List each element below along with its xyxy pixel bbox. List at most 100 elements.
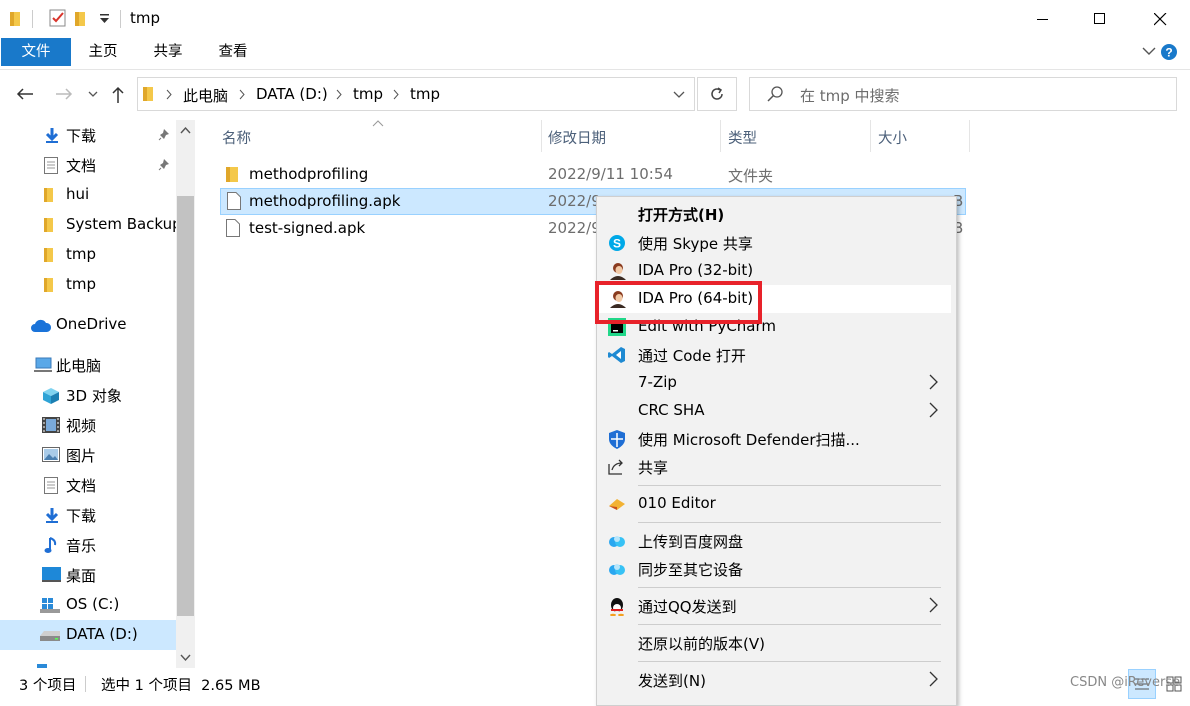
nav-item-this-pc[interactable]: 此电脑 xyxy=(0,350,176,380)
breadcrumb-data-drive[interactable]: DATA (D:) xyxy=(256,85,328,103)
tab-home[interactable]: 主页 xyxy=(79,38,127,66)
menu-separator xyxy=(638,485,941,486)
menu-item-restore-previous[interactable]: 还原以前的版本(V) xyxy=(597,629,951,657)
menu-item-open-with-code[interactable]: 通过 Code 打开 xyxy=(597,341,951,369)
file-name: test-signed.apk xyxy=(249,219,366,237)
menu-item-open-with[interactable]: 打开方式(H) xyxy=(597,200,951,228)
editor-010-icon xyxy=(608,497,626,511)
file-icon xyxy=(227,192,241,210)
file-row[interactable]: methodprofiling 2022/9/11 10:54 文件夹 xyxy=(220,161,966,188)
menu-item-010-editor[interactable]: 010 Editor xyxy=(597,490,951,518)
nav-item-documents-quick[interactable]: 文档 xyxy=(0,150,176,180)
skype-icon: S xyxy=(608,234,626,252)
tab-share[interactable]: 共享 xyxy=(144,38,192,66)
download-arrow-icon xyxy=(44,507,60,523)
properties-check-icon[interactable] xyxy=(49,9,67,27)
column-divider[interactable] xyxy=(720,120,721,152)
help-icon[interactable]: ? xyxy=(1161,44,1177,60)
nav-item-3d-objects[interactable]: 3D 对象 xyxy=(0,380,176,410)
nav-item-onedrive[interactable]: OneDrive xyxy=(0,310,176,340)
new-folder-icon[interactable] xyxy=(75,11,87,27)
menu-item-sync-devices[interactable]: 同步至其它设备 xyxy=(597,555,951,583)
film-icon xyxy=(42,417,60,433)
scroll-down-chevron-icon[interactable] xyxy=(180,654,191,662)
column-header-name[interactable]: 名称 xyxy=(222,127,251,148)
nav-item-label: 3D 对象 xyxy=(66,387,122,405)
nav-item-music[interactable]: 音乐 xyxy=(0,530,176,560)
file-date: 2022/9/11 10:54 xyxy=(548,165,673,183)
document-icon xyxy=(44,157,58,174)
menu-item-label: 7-Zip xyxy=(638,373,677,391)
nav-item-pictures[interactable]: 图片 xyxy=(0,440,176,470)
menu-separator xyxy=(638,522,941,523)
breadcrumb-separator-icon[interactable] xyxy=(166,89,173,100)
column-divider[interactable] xyxy=(541,120,542,152)
maximize-button[interactable] xyxy=(1077,0,1123,38)
folder-icon xyxy=(143,86,155,102)
svg-text:S: S xyxy=(613,237,621,251)
column-header-date[interactable]: 修改日期 xyxy=(548,127,606,148)
column-divider[interactable] xyxy=(870,120,871,152)
menu-item-crc-sha[interactable]: CRC SHA xyxy=(597,397,951,425)
menu-item-label: 通过QQ发送到 xyxy=(638,598,737,616)
scroll-up-chevron-icon[interactable] xyxy=(180,126,191,134)
nav-item-os-c[interactable]: OS (C:) xyxy=(0,590,176,620)
menu-item-share[interactable]: 共享 xyxy=(597,453,951,481)
qq-penguin-icon xyxy=(608,597,626,616)
computer-icon xyxy=(33,357,53,373)
menu-item-defender-scan[interactable]: 使用 Microsoft Defender扫描... xyxy=(597,425,951,453)
address-history-chevron-icon[interactable] xyxy=(673,91,685,99)
menu-item-upload-baidu[interactable]: 上传到百度网盘 xyxy=(597,527,951,555)
recent-locations-chevron-icon[interactable] xyxy=(88,91,98,98)
breadcrumb-tmp-current[interactable]: tmp xyxy=(410,85,440,103)
file-date: 2022/9 xyxy=(548,192,601,210)
nav-item-downloads-quick[interactable]: 下载 xyxy=(0,120,176,150)
tab-file[interactable]: 文件 xyxy=(1,38,71,66)
nav-item-tmp[interactable]: tmp xyxy=(0,240,176,270)
back-arrow-icon[interactable] xyxy=(16,87,34,101)
nav-item-tmp-2[interactable]: tmp xyxy=(0,270,176,300)
breadcrumb-tmp[interactable]: tmp xyxy=(353,85,383,103)
expand-ribbon-chevron-icon[interactable] xyxy=(1142,46,1156,56)
nav-item-data-d[interactable]: DATA (D:) xyxy=(0,620,176,650)
nav-item-downloads[interactable]: 下载 xyxy=(0,500,176,530)
menu-item-7zip[interactable]: 7-Zip xyxy=(597,369,951,397)
nav-item-label: 文档 xyxy=(66,477,97,495)
menu-item-send-via-qq[interactable]: 通过QQ发送到 xyxy=(597,592,951,620)
nav-item-label: DATA (D:) xyxy=(66,625,138,643)
nav-item-system-backup[interactable]: System Backup xyxy=(0,210,182,240)
close-icon xyxy=(1153,12,1166,25)
folder-icon xyxy=(226,166,240,183)
breadcrumb-separator-icon[interactable] xyxy=(239,89,246,100)
breadcrumb-separator-icon[interactable] xyxy=(336,89,343,100)
minimize-button[interactable] xyxy=(1020,0,1066,38)
nav-item-label: 下载 xyxy=(66,507,97,525)
folder-icon xyxy=(44,247,54,263)
nav-item-label: 下载 xyxy=(66,127,97,145)
menu-item-skype-share[interactable]: S 使用 Skype 共享 xyxy=(597,229,951,257)
column-header-type[interactable]: 类型 xyxy=(728,127,757,148)
nav-scroll-thumb[interactable] xyxy=(177,196,194,616)
nav-item-desktop[interactable]: 桌面 xyxy=(0,560,176,590)
menu-item-label: 还原以前的版本(V) xyxy=(638,635,765,653)
pin-icon[interactable] xyxy=(158,158,170,171)
search-placeholder: 在 tmp 中搜索 xyxy=(800,87,900,105)
breadcrumb-this-pc[interactable]: 此电脑 xyxy=(183,85,228,106)
pin-icon[interactable] xyxy=(158,128,170,141)
submenu-chevron-icon xyxy=(929,374,938,390)
menu-separator xyxy=(638,587,941,588)
menu-item-label: CRC SHA xyxy=(638,401,705,419)
close-button[interactable] xyxy=(1137,0,1183,38)
customize-toolbar-icon[interactable] xyxy=(100,14,109,24)
nav-item-documents[interactable]: 文档 xyxy=(0,470,176,500)
up-arrow-icon[interactable] xyxy=(111,86,125,104)
nav-item-videos[interactable]: 视频 xyxy=(0,410,176,440)
forward-arrow-icon[interactable] xyxy=(55,87,73,101)
column-header-size[interactable]: 大小 xyxy=(878,127,907,148)
tab-view[interactable]: 查看 xyxy=(209,38,257,66)
breadcrumb-separator-icon[interactable] xyxy=(393,89,400,100)
nav-item-hui[interactable]: hui xyxy=(0,180,176,210)
refresh-button[interactable] xyxy=(697,77,737,111)
column-divider[interactable] xyxy=(969,120,970,152)
menu-item-send-to[interactable]: 发送到(N) xyxy=(597,666,951,694)
